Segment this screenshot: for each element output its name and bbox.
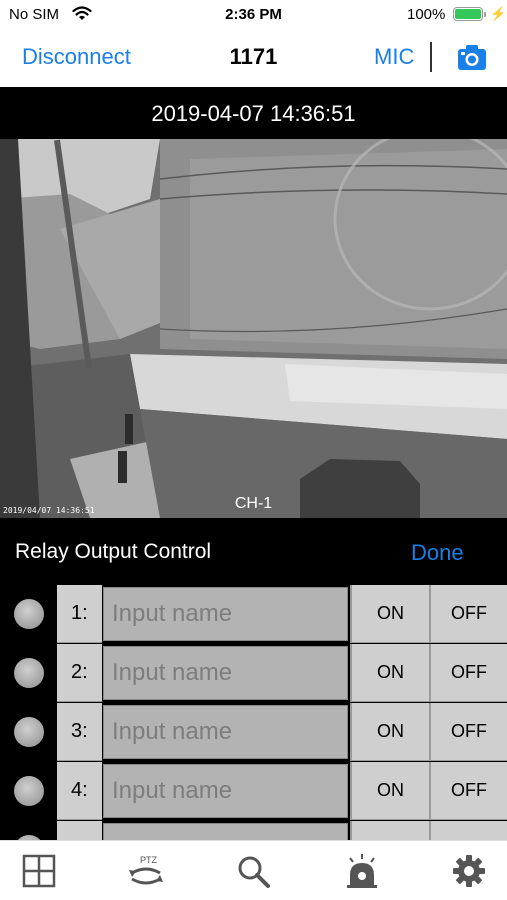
relay-row: 2: ON OFF bbox=[0, 644, 507, 703]
relay-on-button[interactable]: ON bbox=[350, 585, 429, 643]
relay-number: 1: bbox=[71, 602, 88, 624]
relay-number-cell bbox=[57, 821, 102, 840]
relay-list[interactable]: 1: ON OFF 2: ON OFF 3: ON OFF 4: ON OFF bbox=[0, 585, 507, 840]
battery-icon bbox=[453, 7, 486, 21]
status-bar: No SIM 2:36 PM 100% ⚡ bbox=[0, 0, 507, 30]
camera-icon[interactable] bbox=[457, 43, 487, 71]
disconnect-button[interactable]: Disconnect bbox=[22, 44, 131, 70]
relay-number: 3: bbox=[71, 720, 88, 742]
relay-on-button[interactable]: ON bbox=[350, 644, 429, 702]
relay-on-button[interactable]: ON bbox=[350, 762, 429, 820]
relay-row bbox=[0, 821, 507, 840]
camera-scene bbox=[0, 139, 507, 518]
relay-name-input[interactable] bbox=[103, 705, 348, 759]
tab-bar: PTZ bbox=[0, 840, 507, 900]
camera-video-feed[interactable]: CH-1 2019/04/07 14:36:51 bbox=[0, 139, 507, 518]
nav-divider bbox=[430, 42, 432, 72]
search-icon[interactable] bbox=[234, 853, 274, 889]
relay-number: 4: bbox=[71, 779, 88, 801]
relay-row: 4: ON OFF bbox=[0, 762, 507, 821]
relay-status-indicator bbox=[14, 717, 44, 747]
ptz-icon[interactable]: PTZ bbox=[126, 853, 166, 889]
relay-name-input[interactable] bbox=[103, 764, 348, 818]
relay-name-input[interactable] bbox=[103, 823, 348, 840]
settings-icon[interactable] bbox=[449, 853, 489, 889]
grid-icon[interactable] bbox=[19, 853, 59, 889]
relay-on-button[interactable] bbox=[350, 821, 429, 840]
relay-status-indicator bbox=[14, 658, 44, 688]
charging-bolt-icon: ⚡ bbox=[490, 6, 507, 21]
relay-status-indicator bbox=[14, 599, 44, 629]
relay-name-input[interactable] bbox=[103, 587, 348, 641]
relay-title: Relay Output Control bbox=[15, 540, 212, 563]
relay-header: Relay Output Control Done bbox=[0, 518, 507, 585]
relay-off-button[interactable] bbox=[429, 821, 507, 840]
video-osd-timestamp: 2019/04/07 14:36:51 bbox=[3, 506, 95, 515]
done-button[interactable]: Done bbox=[411, 540, 464, 566]
nav-bar: Disconnect 1171 MIC bbox=[0, 30, 507, 87]
mic-button[interactable]: MIC bbox=[374, 44, 414, 70]
relay-number: 2: bbox=[71, 661, 88, 683]
relay-off-button[interactable]: OFF bbox=[429, 585, 507, 643]
battery-percent: 100% bbox=[407, 6, 446, 23]
relay-name-input[interactable] bbox=[103, 646, 348, 700]
relay-row: 3: ON OFF bbox=[0, 703, 507, 762]
relay-status-indicator bbox=[14, 776, 44, 806]
relay-off-button[interactable]: OFF bbox=[429, 644, 507, 702]
relay-off-button[interactable]: OFF bbox=[429, 703, 507, 761]
video-timestamp-bar: 2019-04-07 14:36:51 bbox=[0, 87, 507, 139]
relay-row: 1: ON OFF bbox=[0, 585, 507, 644]
relay-off-button[interactable]: OFF bbox=[429, 762, 507, 820]
relay-on-button[interactable]: ON bbox=[350, 703, 429, 761]
alarm-icon[interactable] bbox=[342, 853, 382, 889]
video-timestamp: 2019-04-07 14:36:51 bbox=[151, 101, 356, 126]
ptz-label: PTZ bbox=[140, 855, 158, 865]
